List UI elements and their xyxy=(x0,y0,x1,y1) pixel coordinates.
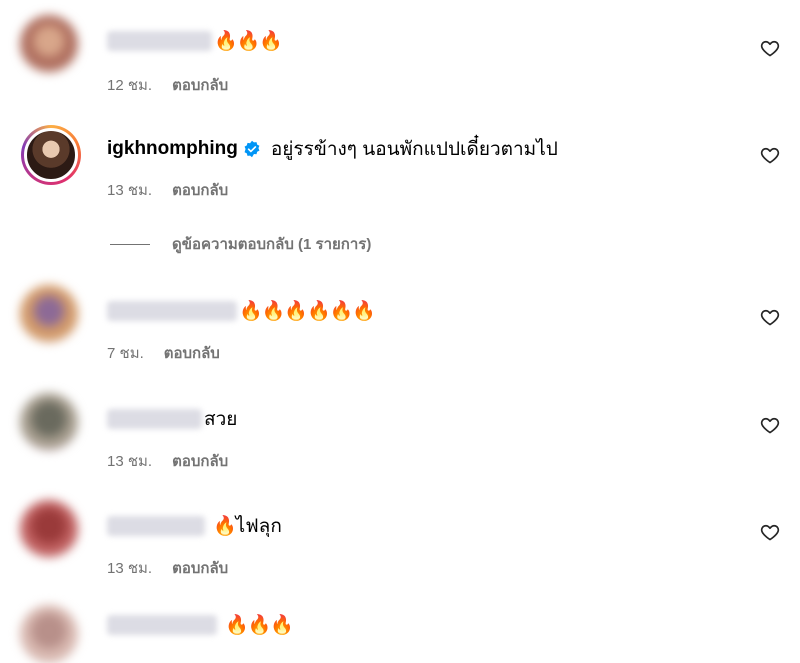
username-blurred[interactable] xyxy=(107,409,202,429)
avatar[interactable] xyxy=(20,285,78,343)
username-blurred[interactable] xyxy=(107,31,212,51)
verified-badge-icon xyxy=(244,140,260,158)
heart-icon[interactable] xyxy=(760,415,780,435)
comment-emoji: 🔥🔥🔥🔥🔥🔥 xyxy=(239,301,376,322)
comment-emoji: 🔥🔥🔥 xyxy=(225,615,294,636)
divider xyxy=(110,243,150,245)
reply-button[interactable]: ตอบกลับ xyxy=(172,178,228,202)
comment-time: 12 ชม. xyxy=(107,77,153,94)
username[interactable]: igkhnomphing xyxy=(107,138,238,160)
avatar[interactable] xyxy=(20,605,78,663)
comment-time: 13 ชม. xyxy=(107,560,153,577)
username-blurred[interactable] xyxy=(107,615,217,635)
avatar[interactable] xyxy=(20,15,78,73)
comment-text: อยู่รรข้างๆ นอนพักแปปเดี๋ยวตามไป xyxy=(270,139,558,160)
view-replies-button[interactable]: ดูข้อความตอบกลับ (1 รายการ) xyxy=(110,232,371,256)
avatar[interactable] xyxy=(21,125,81,185)
comment-time: 7 ชม. xyxy=(107,345,144,362)
heart-icon[interactable] xyxy=(760,145,780,165)
reply-button[interactable]: ตอบกลับ xyxy=(172,556,228,580)
reply-button[interactable]: ตอบกลับ xyxy=(164,341,220,365)
comment-time: 13 ชม. xyxy=(107,453,153,470)
comment-time: 13 ชม. xyxy=(107,182,153,199)
reply-button[interactable]: ตอบกลับ xyxy=(172,73,228,97)
avatar[interactable] xyxy=(20,393,78,451)
comment-text: ไฟลุก xyxy=(235,516,282,537)
comment-text: สวย xyxy=(204,409,238,430)
comment-emoji: 🔥 xyxy=(213,516,237,537)
view-replies-label: ดูข้อความตอบกลับ (1 รายการ) xyxy=(172,236,372,253)
heart-icon[interactable] xyxy=(760,307,780,327)
username-blurred[interactable] xyxy=(107,516,205,536)
heart-icon[interactable] xyxy=(760,522,780,542)
reply-button[interactable]: ตอบกลับ xyxy=(172,449,228,473)
avatar[interactable] xyxy=(20,500,78,558)
heart-icon[interactable] xyxy=(760,38,780,58)
username-blurred[interactable] xyxy=(107,301,237,321)
comment-emoji: 🔥🔥🔥 xyxy=(214,31,283,52)
